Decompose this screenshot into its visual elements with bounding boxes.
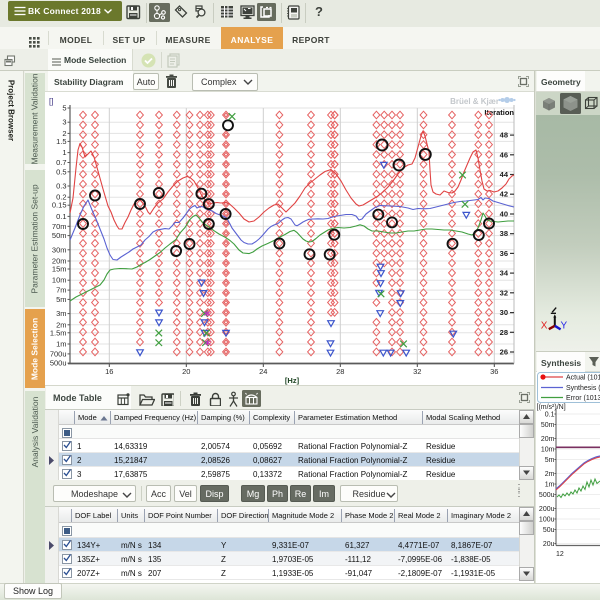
svg-text:500u: 500u bbox=[539, 492, 555, 499]
svg-text:24: 24 bbox=[259, 367, 267, 376]
svg-text:20u: 20u bbox=[543, 541, 555, 548]
svg-text:28: 28 bbox=[500, 328, 508, 337]
svg-text:5m: 5m bbox=[545, 457, 555, 464]
svg-text:44: 44 bbox=[500, 170, 509, 179]
svg-text:0.3: 0.3 bbox=[56, 182, 66, 191]
svg-text:3: 3 bbox=[62, 118, 66, 127]
svg-text:Y: Y bbox=[561, 321, 568, 332]
svg-text:30: 30 bbox=[500, 308, 508, 317]
svg-text:0.5: 0.5 bbox=[56, 167, 66, 176]
svg-text:2m: 2m bbox=[545, 471, 555, 478]
svg-text:16: 16 bbox=[105, 367, 113, 376]
svg-text:26: 26 bbox=[500, 348, 508, 357]
svg-text:Actual (101: Actual (101 bbox=[566, 375, 600, 382]
svg-text:50m: 50m bbox=[541, 422, 555, 429]
svg-text:1: 1 bbox=[62, 148, 66, 157]
svg-text:70m: 70m bbox=[52, 222, 67, 231]
svg-text:[]: [] bbox=[49, 97, 53, 106]
svg-text:0.1: 0.1 bbox=[545, 412, 555, 419]
svg-text:5: 5 bbox=[62, 104, 66, 113]
svg-text:40: 40 bbox=[500, 210, 508, 219]
svg-text:48: 48 bbox=[500, 131, 508, 140]
svg-text:10m: 10m bbox=[52, 276, 67, 285]
svg-text:5m: 5m bbox=[56, 295, 66, 304]
svg-text:Brüel & Kjær: Brüel & Kjær bbox=[450, 97, 499, 106]
svg-text:1.5: 1.5 bbox=[56, 137, 66, 146]
svg-text:30m: 30m bbox=[52, 245, 67, 254]
svg-text:0.1: 0.1 bbox=[56, 212, 66, 221]
svg-text:20m: 20m bbox=[541, 436, 555, 443]
svg-text:1m: 1m bbox=[56, 340, 66, 349]
svg-text:100u: 100u bbox=[539, 517, 555, 524]
svg-text:28: 28 bbox=[336, 367, 344, 376]
svg-text:36: 36 bbox=[500, 249, 508, 258]
svg-text:15m: 15m bbox=[52, 265, 67, 274]
svg-text:7m: 7m bbox=[56, 286, 66, 295]
svg-text:42: 42 bbox=[500, 190, 508, 199]
svg-text:0.7: 0.7 bbox=[56, 158, 66, 167]
svg-text:34: 34 bbox=[500, 269, 509, 278]
svg-text:50m: 50m bbox=[52, 231, 67, 240]
svg-text:20: 20 bbox=[182, 367, 190, 376]
svg-text:1.5m: 1.5m bbox=[50, 328, 67, 337]
svg-text:38: 38 bbox=[500, 229, 508, 238]
svg-text:1m: 1m bbox=[545, 482, 555, 489]
svg-text:[(m/s²)/N]: [(m/s²)/N] bbox=[537, 404, 566, 411]
svg-text:32: 32 bbox=[413, 367, 421, 376]
svg-text:46: 46 bbox=[500, 150, 508, 159]
svg-text:36: 36 bbox=[490, 367, 498, 376]
svg-text:[Hz]: [Hz] bbox=[285, 376, 300, 385]
svg-text:X: X bbox=[541, 321, 548, 332]
svg-text:Synthesis (: Synthesis ( bbox=[566, 385, 600, 392]
svg-text:0.15: 0.15 bbox=[52, 201, 67, 210]
svg-text:200u: 200u bbox=[539, 506, 555, 513]
svg-text:Iteration: Iteration bbox=[484, 108, 514, 117]
svg-text:50u: 50u bbox=[543, 527, 555, 534]
svg-text:Error (1013: Error (1013 bbox=[566, 395, 600, 402]
svg-text:700u: 700u bbox=[50, 349, 67, 358]
svg-text:32: 32 bbox=[500, 288, 508, 297]
svg-text:12: 12 bbox=[556, 551, 564, 558]
svg-text:3m: 3m bbox=[56, 309, 66, 318]
svg-text:500u: 500u bbox=[50, 359, 67, 368]
svg-text:10m: 10m bbox=[541, 447, 555, 454]
